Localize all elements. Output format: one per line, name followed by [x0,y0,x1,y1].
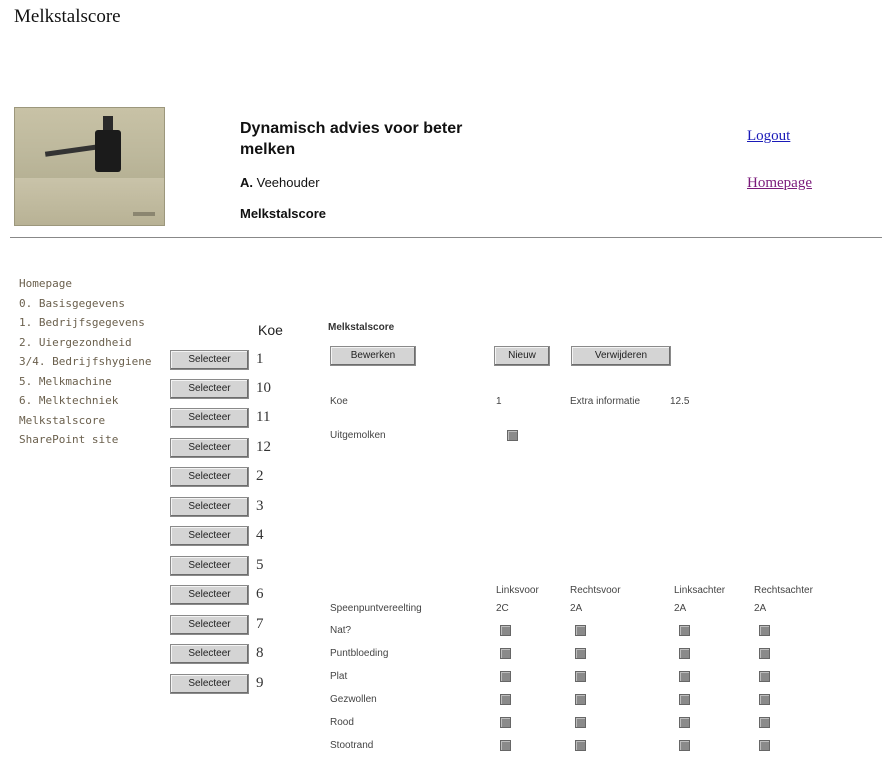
koe-number: 10 [256,380,271,396]
form-title: Melkstalscore [328,322,395,333]
koe-number: 7 [256,616,264,632]
uitgemolken-label: Uitgemolken [330,430,386,441]
koe-number: 12 [256,439,271,455]
speenpunt-label: Speenpuntvereelting [330,603,422,614]
checkbox-gezwollen-rechtsvoor[interactable] [575,694,586,705]
checkbox-plat-rechtsvoor[interactable] [575,671,586,682]
checkbox-gezwollen-rechtsachter[interactable] [759,694,770,705]
nav-item-melkmachine[interactable]: 5. Melkmachine [19,372,151,392]
row-label-rood: Rood [330,717,354,728]
checkbox-plat-rechtsachter[interactable] [759,671,770,682]
select-button[interactable]: Selecteer [170,644,249,664]
koe-number: 1 [256,351,264,367]
checkbox-rood-rechtsachter[interactable] [759,717,770,728]
row-label-plat: Plat [330,671,348,682]
extra-info-value: 12.5 [670,396,690,407]
koe-column-header: Koe [258,322,283,338]
column-header-linksachter: Linksachter [674,585,726,596]
select-button[interactable]: Selecteer [170,497,249,517]
koe-number: 4 [256,527,264,543]
checkbox-puntbloeding-rechtsachter[interactable] [759,648,770,659]
koe-number: 5 [256,557,264,573]
checkbox-gezwollen-linksvoor[interactable] [500,694,511,705]
new-button[interactable]: Nieuw [494,346,550,366]
checkbox-puntbloeding-linksvoor[interactable] [500,648,511,659]
koe-number: 11 [256,409,271,425]
select-button[interactable]: Selecteer [170,615,249,635]
nav-item-homepage[interactable]: Homepage [19,274,151,294]
checkbox-puntbloeding-linksachter[interactable] [679,648,690,659]
speenpunt-value-rechtsvoor: 2A [570,603,583,614]
select-button[interactable]: Selecteer [170,467,249,487]
row-label-stootrand: Stootrand [330,740,374,751]
nav-item-uiergezondheid[interactable]: 2. Uiergezondheid [19,333,151,353]
homepage-link[interactable]: Homepage [747,175,812,192]
checkbox-rood-linksachter[interactable] [679,717,690,728]
row-label-gezwollen: Gezwollen [330,694,377,705]
koe-label: Koe [330,396,348,407]
checkbox-puntbloeding-rechtsvoor[interactable] [575,648,586,659]
select-button[interactable]: Selecteer [170,556,249,576]
koe-number: 6 [256,586,264,602]
nav-item-sharepoint[interactable]: SharePoint site [19,430,151,450]
koe-number: 9 [256,675,264,691]
select-button[interactable]: Selecteer [170,585,249,605]
checkbox-plat-linksachter[interactable] [679,671,690,682]
user-initial: A. [240,175,253,190]
koe-value: 1 [496,396,502,407]
checkbox-nat-linksachter[interactable] [679,625,690,636]
nav-item-bedrijfsgegevens[interactable]: 1. Bedrijfsgegevens [19,313,151,333]
checkbox-nat-rechtsachter[interactable] [759,625,770,636]
uitgemolken-checkbox[interactable] [507,430,518,441]
nav-item-bedrijfshygiene[interactable]: 3/4. Bedrijfshygiene [19,352,151,372]
checkbox-rood-rechtsvoor[interactable] [575,717,586,728]
app-title: Dynamisch advies voor beter melken [240,120,463,158]
select-button[interactable]: Selecteer [170,674,249,694]
speenpunt-value-linksachter: 2A [674,603,687,614]
checkbox-plat-linksvoor[interactable] [500,671,511,682]
logout-link[interactable]: Logout [747,128,790,145]
select-button[interactable]: Selecteer [170,379,249,399]
user-name: A. Veehouder [240,175,320,190]
section-title: Melkstalscore [240,206,326,221]
extra-info-label: Extra informatie [570,396,641,407]
speenpunt-value-linksvoor: 2C [496,603,509,614]
koe-number: 8 [256,645,264,661]
checkbox-nat-rechtsvoor[interactable] [575,625,586,636]
delete-button[interactable]: Verwijderen [571,346,671,366]
edit-button[interactable]: Bewerken [330,346,416,366]
page-title: Melkstalscore [14,6,121,27]
checkbox-stootrand-linksvoor[interactable] [500,740,511,751]
sidebar-nav: Homepage 0. Basisgegevens 1. Bedrijfsgeg… [19,274,151,450]
select-button[interactable]: Selecteer [170,408,249,428]
user-last-name: Veehouder [256,175,320,190]
row-label-nat: Nat? [330,625,352,636]
speenpunt-value-rechtsachter: 2A [754,603,767,614]
koe-number: 2 [256,468,264,484]
checkbox-stootrand-rechtsvoor[interactable] [575,740,586,751]
checkbox-gezwollen-linksachter[interactable] [679,694,690,705]
header-photo [14,107,165,226]
nav-item-melktechniek[interactable]: 6. Melktechniek [19,391,151,411]
select-button[interactable]: Selecteer [170,526,249,546]
checkbox-rood-linksvoor[interactable] [500,717,511,728]
nav-item-basisgegevens[interactable]: 0. Basisgegevens [19,294,151,314]
koe-number: 3 [256,498,264,514]
header-divider [10,237,882,238]
checkbox-stootrand-rechtsachter[interactable] [759,740,770,751]
checkbox-nat-linksvoor[interactable] [500,625,511,636]
row-label-puntbloeding: Puntbloeding [330,648,389,659]
select-button[interactable]: Selecteer [170,350,249,370]
column-header-rechtsachter: Rechtsachter [754,585,813,596]
column-header-linksvoor: Linksvoor [496,585,539,596]
checkbox-stootrand-linksachter[interactable] [679,740,690,751]
column-header-rechtsvoor: Rechtsvoor [570,585,621,596]
select-button[interactable]: Selecteer [170,438,249,458]
nav-item-melkstalscore[interactable]: Melkstalscore [19,411,151,431]
